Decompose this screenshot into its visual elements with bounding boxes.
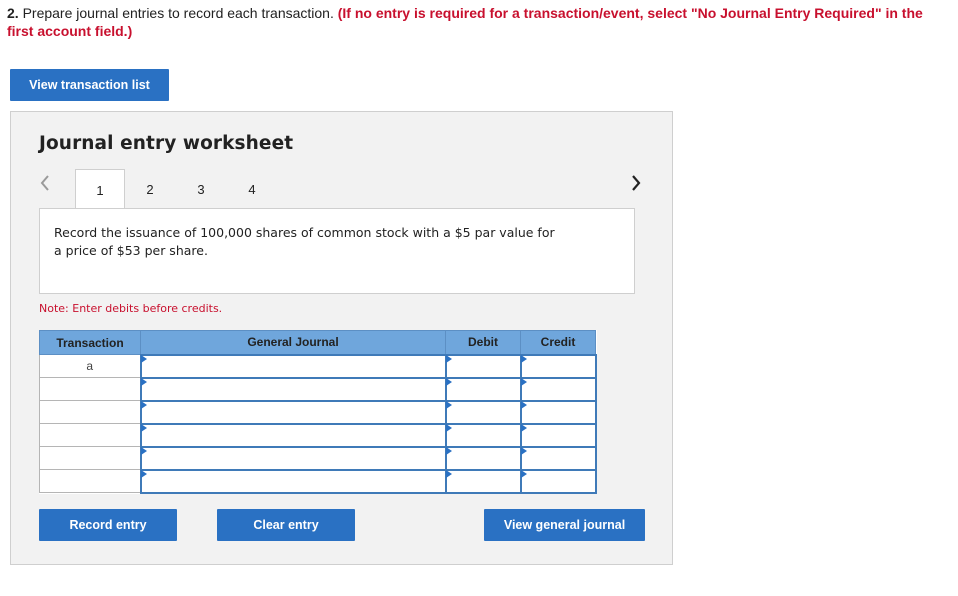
view-transaction-list-button[interactable]: View transaction list	[10, 69, 169, 101]
input-marker-icon	[445, 469, 452, 478]
transaction-header: Transaction	[39, 330, 141, 355]
table-row	[39, 399, 597, 425]
table-row	[39, 422, 597, 448]
account-input[interactable]	[141, 378, 445, 400]
transaction-cell: a	[39, 354, 141, 378]
credit-field[interactable]	[519, 399, 597, 425]
debit-input[interactable]	[446, 401, 520, 423]
view-general-journal-button[interactable]: View general journal	[484, 509, 645, 541]
account-input[interactable]	[141, 424, 445, 446]
table-row: a	[39, 353, 597, 379]
tab-3[interactable]: 3	[176, 169, 226, 209]
transaction-cell	[39, 446, 141, 470]
credit-field[interactable]	[519, 353, 597, 379]
debit-field[interactable]	[444, 422, 522, 448]
table-row	[39, 445, 597, 471]
input-marker-icon	[445, 446, 452, 455]
table-row	[39, 468, 597, 494]
journal-entry-worksheet: Journal entry worksheet 1 2 3 4 Record t…	[10, 111, 673, 565]
dropdown-marker-icon	[140, 377, 147, 386]
input-marker-icon	[445, 354, 452, 363]
input-marker-icon	[520, 446, 527, 455]
tab-2[interactable]: 2	[125, 169, 175, 209]
instruction-text: Prepare journal entries to record each t…	[18, 5, 338, 21]
transaction-cell	[39, 423, 141, 447]
debit-field[interactable]	[444, 353, 522, 379]
transaction-description-box: Record the issuance of 100,000 shares of…	[39, 208, 635, 294]
credit-input[interactable]	[521, 470, 595, 492]
dropdown-marker-icon	[140, 469, 147, 478]
worksheet-title: Journal entry worksheet	[39, 133, 294, 154]
transaction-cell	[39, 469, 141, 493]
clear-entry-button[interactable]: Clear entry	[217, 509, 355, 541]
journal-table: Transaction General Journal Debit Credit…	[39, 330, 597, 494]
debit-input[interactable]	[446, 424, 520, 446]
debit-field[interactable]	[444, 468, 522, 494]
debit-input[interactable]	[446, 470, 520, 492]
input-marker-icon	[520, 377, 527, 386]
account-field[interactable]	[139, 468, 447, 494]
credit-field[interactable]	[519, 468, 597, 494]
account-field[interactable]	[139, 376, 447, 402]
account-field[interactable]	[139, 445, 447, 471]
dropdown-marker-icon	[140, 423, 147, 432]
input-marker-icon	[520, 354, 527, 363]
journal-header-row: Transaction General Journal Debit Credit	[39, 330, 596, 355]
instructions: 2. Prepare journal entries to record eac…	[7, 4, 942, 40]
credit-field[interactable]	[519, 445, 597, 471]
account-input[interactable]	[141, 401, 445, 423]
credit-field[interactable]	[519, 422, 597, 448]
tab-1[interactable]: 1	[75, 169, 125, 210]
debit-input[interactable]	[446, 447, 520, 469]
debit-field[interactable]	[444, 399, 522, 425]
credit-input[interactable]	[521, 447, 595, 469]
dropdown-marker-icon	[140, 446, 147, 455]
question-number: 2.	[7, 5, 19, 21]
input-marker-icon	[520, 423, 527, 432]
account-input[interactable]	[141, 470, 445, 492]
input-marker-icon	[520, 400, 527, 409]
debit-header: Debit	[445, 330, 521, 355]
general-journal-header: General Journal	[140, 330, 446, 355]
account-field[interactable]	[139, 353, 447, 379]
credit-input[interactable]	[521, 355, 595, 377]
chevron-left-icon[interactable]	[36, 172, 54, 194]
table-row	[39, 376, 597, 402]
record-entry-button[interactable]: Record entry	[39, 509, 177, 541]
account-field[interactable]	[139, 422, 447, 448]
debit-field[interactable]	[444, 445, 522, 471]
dropdown-marker-icon	[140, 400, 147, 409]
input-marker-icon	[520, 469, 527, 478]
account-input[interactable]	[141, 355, 445, 377]
input-marker-icon	[445, 377, 452, 386]
debit-field[interactable]	[444, 376, 522, 402]
debit-input[interactable]	[446, 355, 520, 377]
tab-4[interactable]: 4	[227, 169, 277, 209]
debit-input[interactable]	[446, 378, 520, 400]
entry-note: Note: Enter debits before credits.	[39, 302, 223, 315]
transaction-cell	[39, 400, 141, 424]
credit-input[interactable]	[521, 378, 595, 400]
account-input[interactable]	[141, 447, 445, 469]
chevron-right-icon[interactable]	[627, 172, 645, 194]
credit-input[interactable]	[521, 401, 595, 423]
credit-field[interactable]	[519, 376, 597, 402]
credit-input[interactable]	[521, 424, 595, 446]
transaction-description: Record the issuance of 100,000 shares of…	[54, 225, 555, 258]
transaction-cell	[39, 377, 141, 401]
dropdown-marker-icon	[140, 354, 147, 363]
input-marker-icon	[445, 400, 452, 409]
input-marker-icon	[445, 423, 452, 432]
credit-header: Credit	[520, 330, 596, 355]
account-field[interactable]	[139, 399, 447, 425]
